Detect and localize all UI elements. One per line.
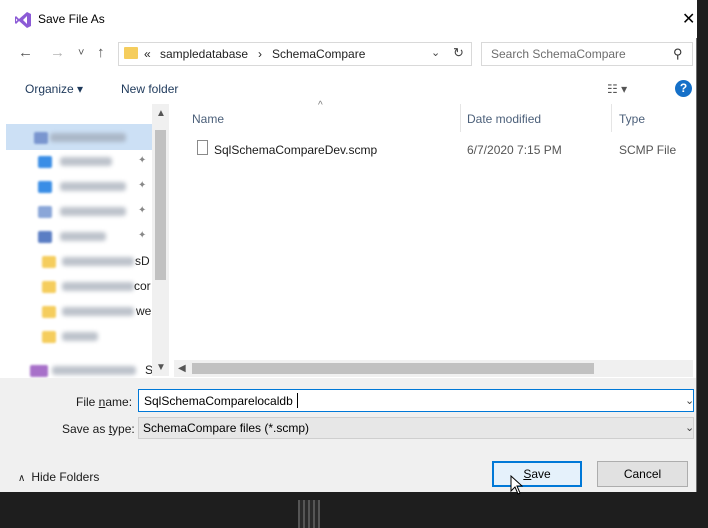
- search-box[interactable]: Search SchemaCompare ⚲: [481, 42, 693, 66]
- nav-label-blurred: [50, 133, 126, 142]
- nav-item-folder-2[interactable]: cor: [38, 277, 151, 297]
- nav-label-blurred: [62, 257, 134, 266]
- hide-folders-button[interactable]: ∧ Hide Folders: [18, 470, 99, 484]
- documents-icon: [38, 206, 52, 218]
- nav-label-blurred: [62, 282, 134, 291]
- folder-icon: [42, 306, 56, 318]
- chevron-up-icon: ∧: [18, 473, 26, 484]
- nav-item-downloads[interactable]: ✦: [38, 177, 150, 197]
- nav-label-blurred: [52, 366, 136, 375]
- pin-icon: ✦: [138, 230, 147, 241]
- save-as-type-label: Save as type:: [62, 422, 135, 436]
- scrollbar-thumb[interactable]: [192, 363, 594, 374]
- hide-folders-label: Hide Folders: [31, 470, 100, 484]
- folder-icon: [42, 331, 56, 343]
- visual-studio-icon: [30, 365, 48, 377]
- nav-item-desktop[interactable]: ✦: [38, 152, 150, 172]
- scroll-left-arrow-icon[interactable]: ◀: [178, 363, 186, 374]
- nav-label-tail: cor: [134, 279, 151, 293]
- scroll-up-arrow-icon[interactable]: ▲: [156, 108, 166, 119]
- window-title: Save File As: [38, 12, 105, 26]
- taskbar-grip-icon: [298, 500, 320, 528]
- search-icon: ⚲: [673, 46, 683, 61]
- forward-button[interactable]: →: [50, 44, 65, 61]
- column-divider[interactable]: [460, 104, 461, 132]
- address-overflow[interactable]: «: [144, 47, 151, 61]
- navigation-pane: ✦ ✦ ✦ ✦ sD cor we S: [0, 104, 172, 377]
- chevron-down-icon[interactable]: ⌄: [685, 394, 694, 407]
- nav-item-folder-4[interactable]: [38, 327, 150, 347]
- scrollbar-thumb[interactable]: [155, 130, 166, 280]
- text-caret: [297, 393, 298, 408]
- cancel-button[interactable]: Cancel: [597, 461, 688, 487]
- nav-item-folder-3[interactable]: we: [38, 302, 152, 322]
- nav-label-tail: sD: [135, 254, 150, 268]
- nav-pane-scrollbar[interactable]: ▲ ▼: [152, 104, 169, 376]
- chevron-down-icon[interactable]: ⌄: [685, 421, 694, 434]
- address-bar[interactable]: « sampledatabase › SchemaCompare ⌄ ↻: [118, 42, 472, 66]
- folder-icon: [124, 47, 138, 59]
- search-input[interactable]: Search SchemaCompare: [491, 47, 626, 61]
- folder-icon: [42, 281, 56, 293]
- nav-item-pictures[interactable]: ✦: [38, 227, 150, 247]
- quick-access-icon: [34, 132, 48, 144]
- column-header-date-modified[interactable]: Date modified: [467, 112, 541, 126]
- breadcrumb-schemacompare[interactable]: SchemaCompare: [272, 47, 365, 61]
- save-button[interactable]: Save: [492, 461, 582, 487]
- pin-icon: ✦: [138, 180, 147, 191]
- new-folder-button[interactable]: New folder: [121, 82, 178, 96]
- pictures-icon: [38, 231, 52, 243]
- file-type-cell: SCMP File: [619, 143, 677, 157]
- file-name-value[interactable]: SqlSchemaComparelocaldb: [144, 394, 293, 408]
- file-name-label: File name:: [76, 395, 133, 409]
- refresh-icon[interactable]: ↻: [453, 45, 464, 61]
- nav-label-blurred: [62, 307, 134, 316]
- change-view-icon[interactable]: ☷ ▾: [607, 82, 627, 96]
- save-as-type-select[interactable]: SchemaCompare files (*.scmp) ⌄: [138, 417, 694, 439]
- file-date-cell: 6/7/2020 7:15 PM: [467, 143, 562, 157]
- column-header-type[interactable]: Type: [619, 112, 645, 126]
- organize-button[interactable]: Organize ▾: [25, 82, 83, 96]
- nav-item-folder-1[interactable]: sD: [38, 252, 150, 272]
- nav-label-blurred: [60, 207, 126, 216]
- file-name-cell[interactable]: SqlSchemaCompareDev.scmp: [214, 143, 377, 157]
- pin-icon: ✦: [138, 155, 147, 166]
- recent-locations-button[interactable]: ˅: [78, 47, 84, 59]
- column-header-name[interactable]: Name: [192, 112, 224, 126]
- scroll-down-arrow-icon[interactable]: ▼: [156, 362, 166, 373]
- document-icon: [197, 140, 208, 155]
- pin-icon: ✦: [138, 205, 147, 216]
- visual-studio-icon: [15, 12, 31, 28]
- nav-item-quick-access[interactable]: [34, 128, 146, 148]
- nav-label-tail: we: [136, 304, 152, 318]
- close-button[interactable]: ✕: [682, 9, 695, 29]
- desktop-icon: [38, 156, 52, 168]
- nav-label-blurred: [60, 232, 106, 241]
- up-button[interactable]: ↑: [97, 44, 105, 61]
- breadcrumb-separator[interactable]: ›: [258, 47, 262, 61]
- save-as-type-value[interactable]: SchemaCompare files (*.scmp): [143, 421, 309, 435]
- nav-label-blurred: [60, 157, 112, 166]
- mouse-pointer-icon: [510, 475, 524, 495]
- file-list-horizontal-scrollbar[interactable]: ◀: [174, 360, 693, 377]
- folder-icon: [42, 256, 56, 268]
- column-divider[interactable]: [611, 104, 612, 132]
- nav-label-blurred: [60, 182, 126, 191]
- breadcrumb-sampledatabase[interactable]: sampledatabase: [160, 47, 248, 61]
- nav-item-documents[interactable]: ✦: [38, 202, 150, 222]
- back-button[interactable]: ←: [18, 44, 33, 61]
- file-name-input[interactable]: SqlSchemaComparelocaldb ⌄: [138, 389, 694, 412]
- address-dropdown-icon[interactable]: ⌄: [431, 46, 440, 59]
- downloads-icon: [38, 181, 52, 193]
- help-icon[interactable]: ?: [675, 80, 692, 97]
- sort-ascending-icon: ^: [318, 100, 323, 111]
- nav-label-blurred: [62, 332, 98, 341]
- title-bar: Save File As ✕: [0, 0, 697, 38]
- save-file-dialog: Save File As ✕ ← → ˅ ↑ « sampledatabase …: [0, 0, 697, 495]
